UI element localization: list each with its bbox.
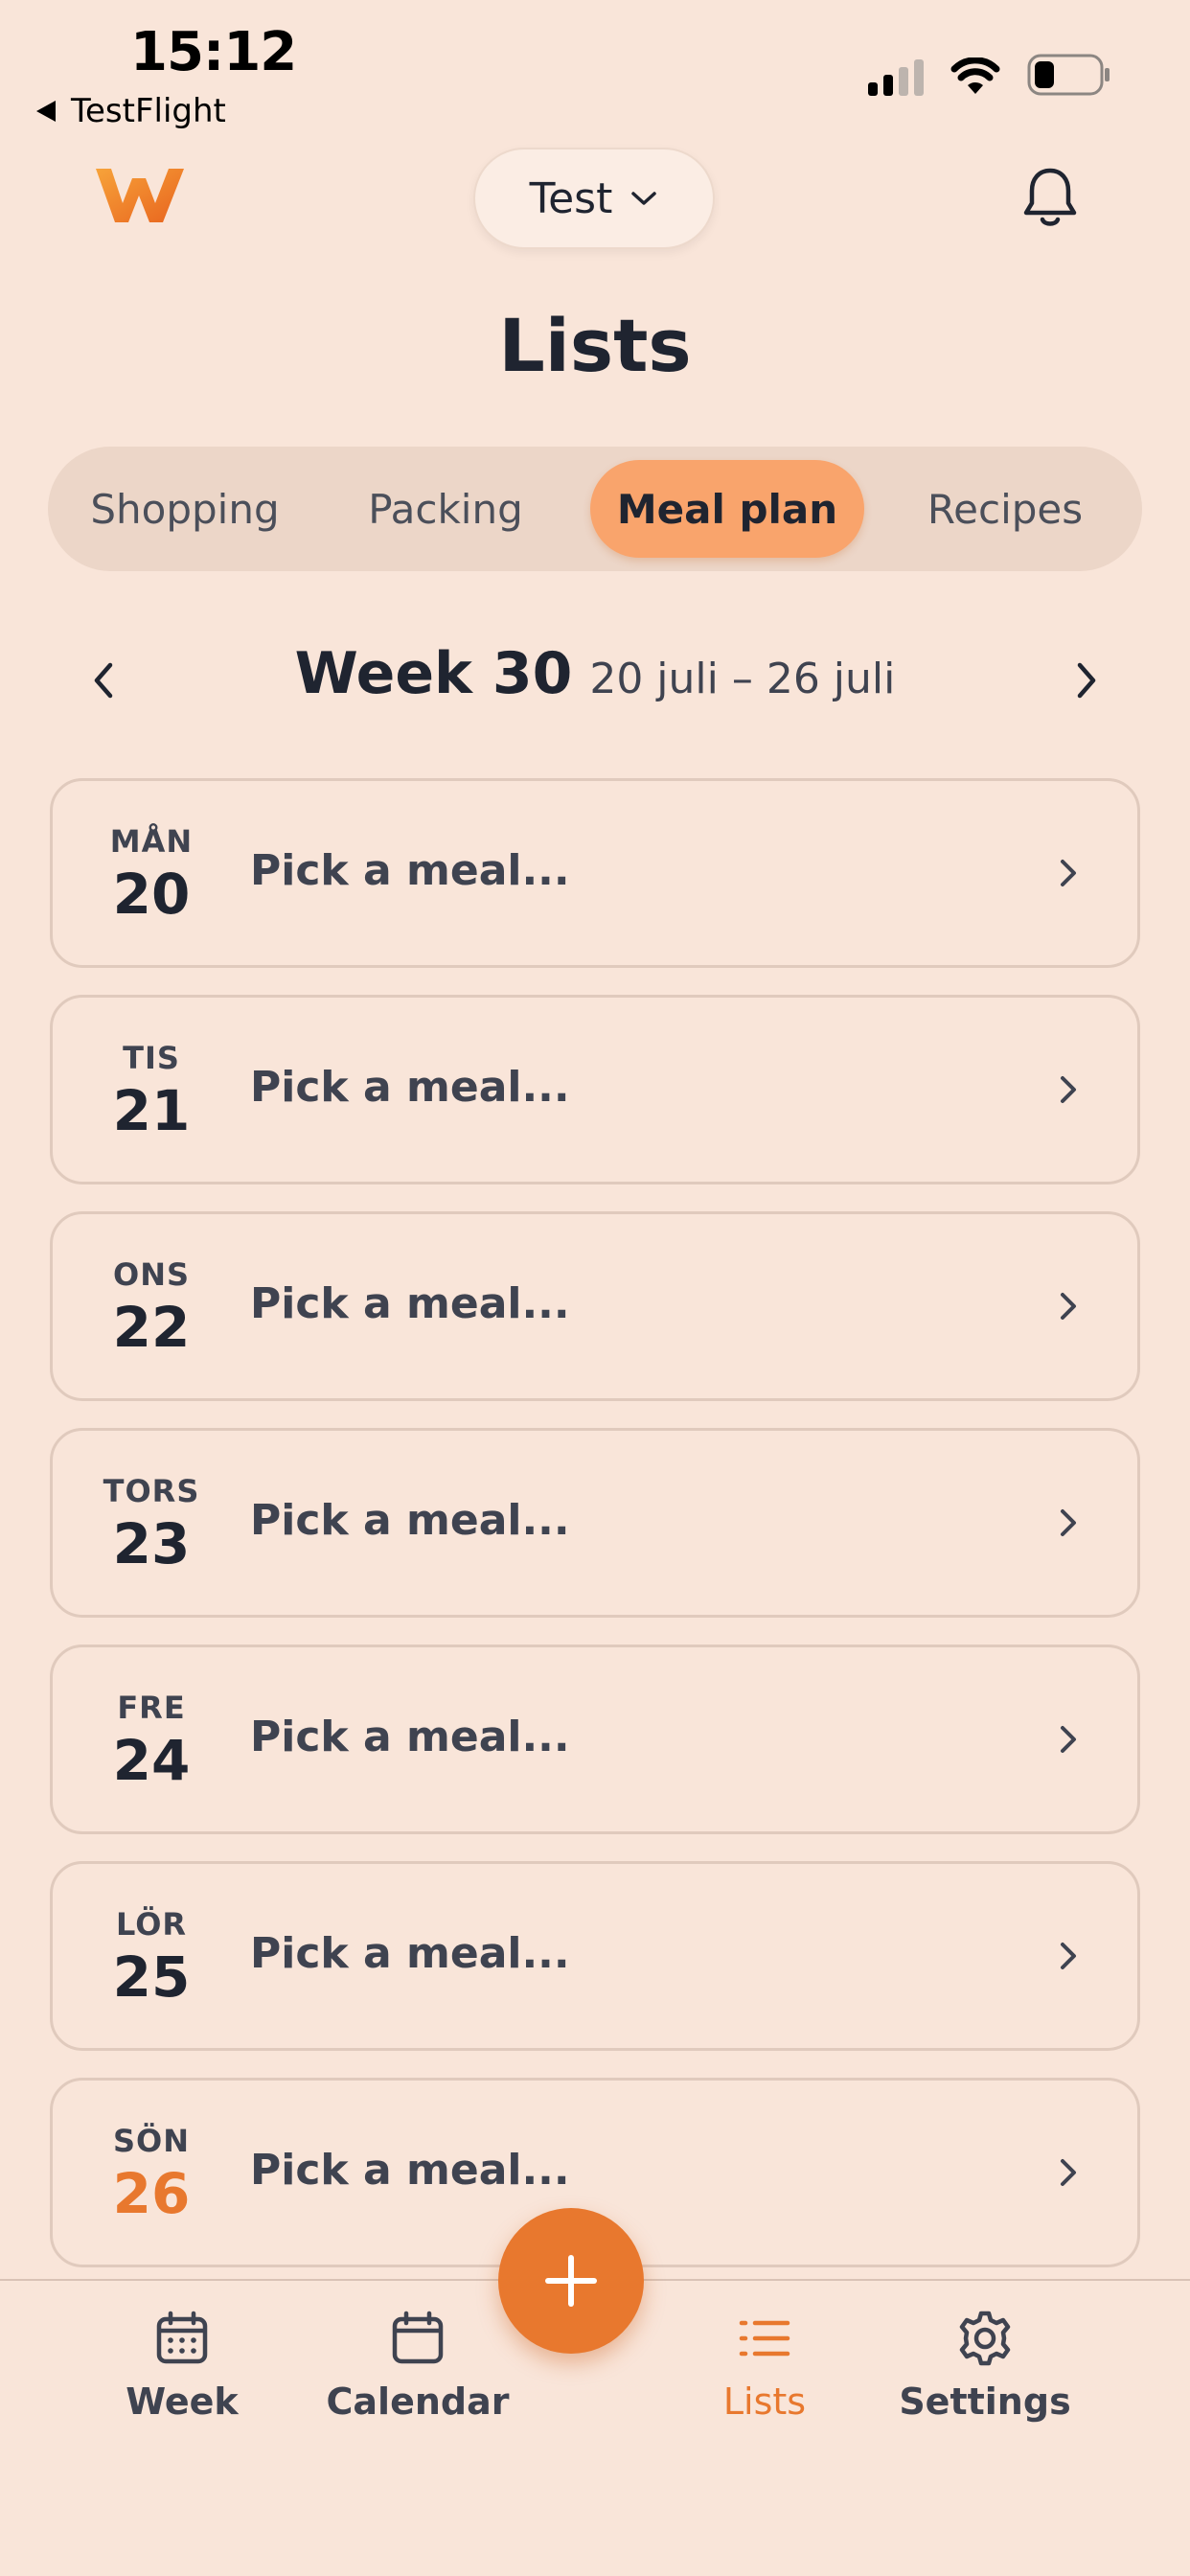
tab-recipes[interactable]: Recipes: [883, 460, 1127, 558]
pick-meal-label: Pick a meal...: [250, 2146, 570, 2195]
day-abbreviation: ONS: [112, 1256, 191, 1293]
back-to-app-link[interactable]: TestFlight: [36, 92, 226, 130]
page-title: Lists: [498, 303, 692, 388]
list-type-tabs: Shopping Packing Meal plan Recipes: [48, 447, 1142, 571]
day-row-wed[interactable]: ONS 22 Pick a meal...: [50, 1211, 1140, 1401]
pick-meal-label: Pick a meal...: [250, 1929, 570, 1978]
plus-icon: [545, 2255, 597, 2307]
day-row-mon[interactable]: MÅN 20 Pick a meal...: [50, 778, 1140, 968]
week-navigator: Week 30 20 juli – 26 juli: [0, 632, 1190, 728]
day-abbreviation: TIS: [123, 1040, 180, 1076]
chevron-right-icon: [1061, 1509, 1076, 1536]
next-week-button[interactable]: [1058, 652, 1115, 709]
nav-lists-label: Lists: [722, 2380, 807, 2423]
day-number: 25: [112, 1944, 191, 2010]
pick-meal-label: Pick a meal...: [250, 1713, 570, 1761]
chevron-right-icon: [1061, 860, 1076, 886]
nav-settings-label: Settings: [899, 2380, 1071, 2423]
status-time: 15:12: [130, 21, 297, 83]
week-label: Week 30 20 juli – 26 juli: [0, 640, 1190, 707]
gear-icon: [959, 2311, 1011, 2366]
day-abbreviation: LÖR: [115, 1906, 188, 1943]
nav-lists[interactable]: Lists: [659, 2310, 870, 2423]
chevron-right-icon: [1061, 1076, 1076, 1103]
week-title: Week 30: [294, 640, 573, 707]
chevron-right-icon: [1061, 2159, 1076, 2186]
list-icon: [739, 2320, 790, 2357]
calendar-icon: [392, 2311, 444, 2364]
wifi-icon: [950, 58, 1000, 94]
add-button[interactable]: [498, 2208, 644, 2354]
day-abbreviation: FRE: [117, 1690, 186, 1726]
nav-calendar-label: Calendar: [326, 2380, 510, 2423]
app-logo-icon: [96, 169, 184, 222]
day-number: 24: [112, 1728, 191, 1793]
day-abbreviation: TORS: [103, 1473, 200, 1509]
pick-meal-label: Pick a meal...: [250, 846, 570, 895]
day-number-today: 26: [112, 2161, 191, 2226]
day-row-thu[interactable]: TORS 23 Pick a meal...: [50, 1428, 1140, 1618]
pick-meal-label: Pick a meal...: [250, 1496, 570, 1545]
cellular-signal-icon: [868, 58, 924, 96]
nav-week-label: Week: [126, 2380, 239, 2423]
tab-meal-plan[interactable]: Meal plan: [590, 460, 864, 558]
day-number: 21: [112, 1078, 191, 1143]
day-number: 23: [112, 1511, 191, 1576]
day-row-tue[interactable]: TIS 21 Pick a meal...: [50, 995, 1140, 1184]
chevron-right-icon: [1061, 1293, 1076, 1320]
back-app-label: TestFlight: [71, 92, 226, 130]
day-abbreviation: MÅN: [109, 823, 194, 860]
calendar-grid-icon: [156, 2311, 208, 2364]
account-name: Test: [529, 173, 613, 223]
nav-settings[interactable]: Settings: [880, 2310, 1090, 2423]
chevron-right-icon: [1061, 1726, 1076, 1753]
day-abbreviation: SÖN: [112, 2123, 191, 2159]
battery-icon: [1027, 54, 1110, 96]
day-number: 22: [112, 1295, 191, 1360]
week-date-range: 20 juli – 26 juli: [589, 655, 896, 703]
chevron-right-icon: [1077, 662, 1096, 699]
pick-meal-label: Pick a meal...: [250, 1063, 570, 1112]
nav-week[interactable]: Week: [77, 2310, 287, 2423]
pick-meal-label: Pick a meal...: [250, 1279, 570, 1328]
account-selector[interactable]: Test: [473, 148, 715, 249]
nav-calendar[interactable]: Calendar: [312, 2310, 523, 2423]
chevron-right-icon: [1061, 1943, 1076, 1969]
day-number: 20: [112, 862, 191, 927]
tab-shopping[interactable]: Shopping: [61, 460, 309, 558]
day-row-fri[interactable]: FRE 24 Pick a meal...: [50, 1644, 1140, 1834]
status-icons: [868, 54, 1111, 96]
back-triangle-icon: [36, 101, 56, 122]
chevron-down-icon: [631, 192, 657, 205]
day-row-sat[interactable]: LÖR 25 Pick a meal...: [50, 1861, 1140, 2051]
tab-packing[interactable]: Packing: [326, 460, 565, 558]
notifications-bell-icon[interactable]: [1021, 165, 1079, 230]
